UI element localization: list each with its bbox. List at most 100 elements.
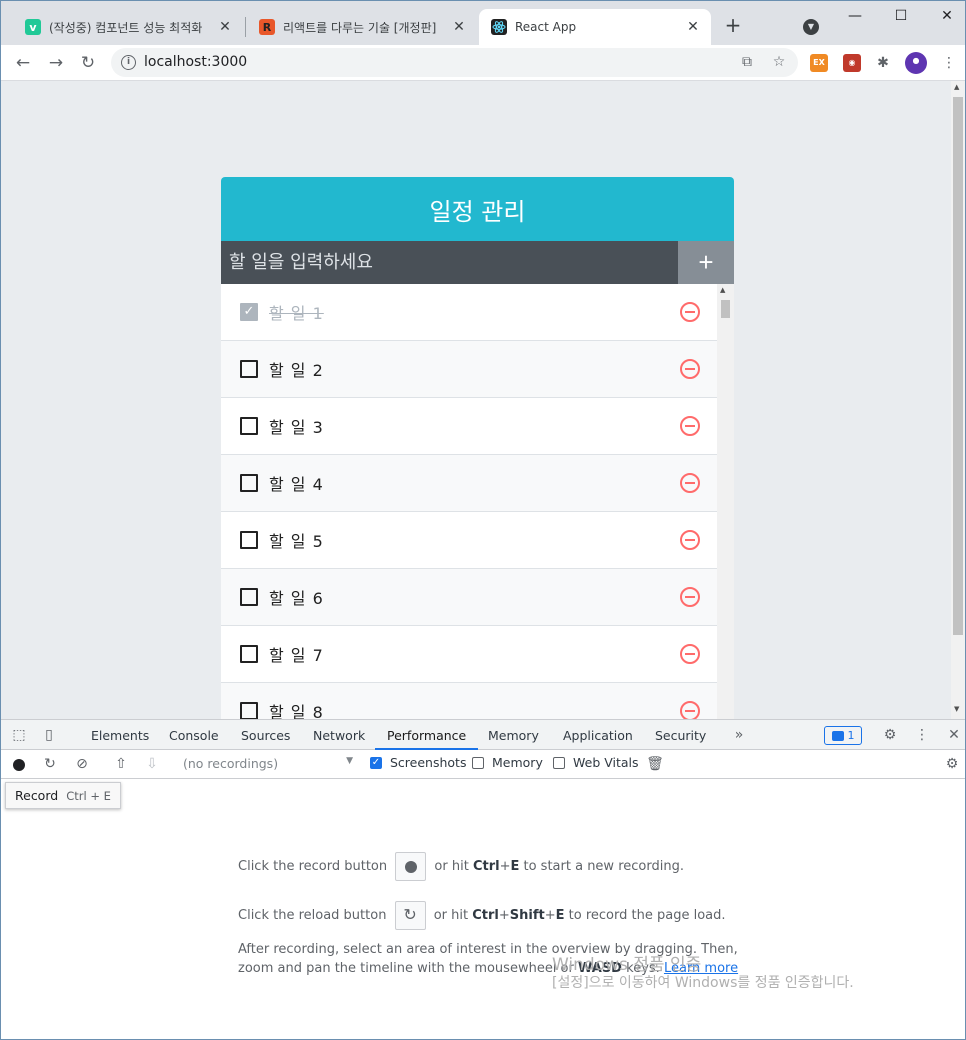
profile-avatar-icon[interactable]: ● (905, 52, 927, 74)
screenshots-checkbox[interactable]: ✓ Screenshots (370, 755, 466, 770)
bookmark-star-icon[interactable]: ☆ (770, 53, 788, 71)
devtools-close-icon[interactable]: ✕ (945, 726, 963, 744)
recordings-select-value: (no recordings) (183, 756, 279, 771)
window-close-icon[interactable]: ✕ (933, 5, 961, 27)
tab-close-icon[interactable]: ✕ (451, 19, 467, 35)
url-text[interactable]: localhost:3000 (144, 54, 247, 70)
devtools-tab-sources[interactable]: Sources (239, 720, 292, 750)
save-profile-icon[interactable]: ⇩ (143, 755, 161, 773)
memory-checkbox[interactable]: Memory (472, 755, 543, 770)
unchecked-box-icon[interactable] (240, 417, 258, 435)
devtools-tab-application[interactable]: Application (561, 720, 635, 750)
todo-item[interactable]: 할 일 7 (221, 626, 717, 683)
tab-close-icon[interactable]: ✕ (685, 19, 701, 35)
landing-text: + (498, 908, 510, 923)
device-toolbar-icon[interactable]: ▯ (40, 726, 58, 744)
todo-text: 할 일 3 (269, 418, 324, 437)
todo-text: 할 일 8 (269, 703, 324, 719)
book-favicon-icon: R (259, 19, 275, 35)
reload-button-hint[interactable]: ↻ (394, 901, 426, 930)
landing-text: Click the reload button (238, 908, 387, 923)
todo-input[interactable] (221, 241, 678, 284)
remove-circle-icon[interactable] (680, 701, 700, 719)
devtools-tab-network[interactable]: Network (311, 720, 367, 750)
list-scrollbar[interactable]: ▲ (717, 284, 734, 719)
trash-icon[interactable]: 🗑 (646, 755, 664, 773)
todo-item[interactable]: 할 일 5 (221, 512, 717, 569)
add-todo-button[interactable]: + (678, 241, 734, 284)
checkbox-box[interactable]: ✓ (370, 756, 382, 769)
load-profile-icon[interactable]: ⇧ (112, 755, 130, 773)
back-arrow-icon[interactable]: ← (12, 52, 34, 74)
todo-item[interactable]: 할 일 4 (221, 455, 717, 512)
checkbox-box[interactable] (472, 756, 484, 769)
capture-settings-gear-icon[interactable]: ⚙ (943, 755, 961, 773)
todo-item[interactable]: 할 일 6 (221, 569, 717, 626)
new-tab-button[interactable]: + (722, 15, 744, 37)
remove-circle-icon[interactable] (680, 416, 700, 436)
page-scrollbar[interactable]: ▲ ▼ (951, 81, 965, 719)
remove-circle-icon[interactable] (680, 530, 700, 550)
devtools-tab-elements[interactable]: Elements (89, 720, 151, 750)
list-scroll-thumb[interactable] (721, 300, 730, 318)
extension-red-icon[interactable]: ◉ (843, 54, 861, 72)
page-scroll-thumb[interactable] (953, 97, 963, 635)
web-vitals-checkbox[interactable]: Web Vitals (553, 755, 639, 770)
extensions-puzzle-icon[interactable]: ✱ (874, 54, 892, 72)
devtools-tab-security[interactable]: Security (653, 720, 708, 750)
remove-circle-icon[interactable] (680, 359, 700, 379)
todo-item[interactable]: 할 일 3 (221, 398, 717, 455)
browser-window: v (작성중) 컴포넌트 성능 최적화 ✕ R 리액트를 다루는 기술 [개정판… (0, 0, 966, 1040)
scroll-down-icon[interactable]: ▼ (954, 705, 959, 713)
clear-icon[interactable]: ⊘ (73, 755, 91, 773)
todo-item[interactable]: 할 일 8 (221, 683, 717, 719)
settings-gear-icon[interactable]: ⚙ (881, 726, 899, 744)
unchecked-box-icon[interactable] (240, 474, 258, 492)
inspect-element-icon[interactable]: ⬚ (10, 726, 28, 744)
tab-velog[interactable]: v (작성중) 컴포넌트 성능 최적화 ✕ (13, 9, 243, 45)
recordings-select[interactable]: (no recordings) ▼ (183, 756, 353, 774)
reload-icon[interactable]: ↻ (77, 52, 99, 74)
devtools-tab-memory[interactable]: Memory (486, 720, 541, 750)
devtools-tab-performance[interactable]: Performance (375, 720, 479, 750)
remove-circle-icon[interactable] (680, 302, 700, 322)
shortcut-key: Shift (509, 908, 545, 923)
devtools-tab-console[interactable]: Console (167, 720, 221, 750)
translate-icon[interactable]: ⧉ (738, 53, 756, 71)
checked-box-icon[interactable]: ✓ (240, 303, 258, 321)
issues-badge[interactable]: 1 (824, 726, 862, 745)
remove-circle-icon[interactable] (680, 587, 700, 607)
forward-arrow-icon[interactable]: → (45, 52, 67, 74)
shortcut-key: Ctrl (472, 908, 499, 923)
checkbox-box[interactable] (553, 756, 565, 769)
tab-search-icon[interactable]: ▼ (803, 19, 819, 35)
devtools-tabbar: ⬚ ▯ Elements Console Sources Network Perform… (1, 720, 965, 750)
record-button-hint[interactable] (395, 852, 427, 881)
tab-close-icon[interactable]: ✕ (217, 19, 233, 35)
tab-book[interactable]: R 리액트를 다루는 기술 [개정판] ✕ (247, 9, 477, 45)
devtools-menu-icon[interactable]: ⋮ (913, 726, 931, 744)
tab-react-app[interactable]: React App ✕ (479, 9, 711, 45)
scroll-up-icon[interactable]: ▲ (954, 83, 959, 91)
remove-circle-icon[interactable] (680, 473, 700, 493)
menu-dots-icon[interactable]: ⋮ (940, 54, 958, 72)
todo-text: 할 일 1 (269, 304, 324, 323)
address-bar[interactable]: i localhost:3000 ⧉ ☆ (111, 48, 798, 77)
maximize-icon[interactable]: ☐ (887, 5, 915, 27)
record-icon[interactable] (13, 759, 25, 771)
unchecked-box-icon[interactable] (240, 702, 258, 719)
site-info-icon[interactable]: i (121, 55, 136, 70)
unchecked-box-icon[interactable] (240, 588, 258, 606)
reload-record-icon[interactable]: ↻ (41, 755, 59, 773)
todo-item[interactable]: ✓ 할 일 1 (221, 284, 717, 341)
remove-circle-icon[interactable] (680, 644, 700, 664)
scroll-up-icon[interactable]: ▲ (720, 286, 725, 294)
unchecked-box-icon[interactable] (240, 360, 258, 378)
unchecked-box-icon[interactable] (240, 645, 258, 663)
minimize-icon[interactable]: — (841, 5, 869, 27)
shortcut-key: E (555, 908, 565, 923)
more-tabs-icon[interactable]: » (730, 726, 748, 744)
todo-item[interactable]: 할 일 2 (221, 341, 717, 398)
extension-ex-icon[interactable]: EX (810, 54, 828, 72)
unchecked-box-icon[interactable] (240, 531, 258, 549)
